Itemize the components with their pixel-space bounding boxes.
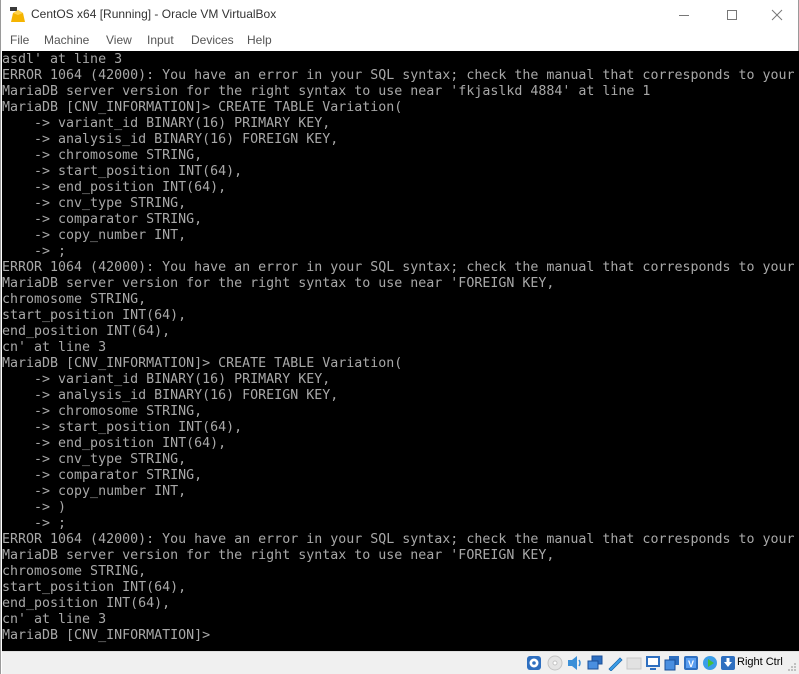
console-line: -> cnv_type STRING, (2, 452, 187, 467)
console-line: asdl' at line 3 (2, 52, 123, 67)
minimize-icon (679, 15, 689, 16)
host-key-label[interactable]: Right Ctrl (737, 656, 783, 668)
console-line: -> start_position INT(64), (2, 420, 243, 435)
console-line: MariaDB server version for the right syn… (2, 84, 651, 99)
menu-machine[interactable]: Machine (44, 33, 89, 47)
console-line: -> end_position INT(64), (2, 436, 227, 451)
console-line: cn' at line 3 (2, 612, 107, 627)
console-line: -> analysis_id BINARY(16) FOREIGN KEY, (2, 132, 339, 147)
console-line: -> variant_id BINARY(16) PRIMARY KEY, (2, 372, 331, 387)
console-line: -> cnv_type STRING, (2, 196, 187, 211)
maximize-icon (727, 10, 737, 20)
minimize-button[interactable] (661, 0, 707, 30)
optical-drive-icon[interactable] (547, 655, 563, 671)
console-line: -> ; (2, 516, 67, 531)
console-line: ERROR 1064 (42000): You have an error in… (2, 532, 795, 547)
shared-folders-icon[interactable] (626, 655, 642, 671)
menu-view[interactable]: View (106, 33, 132, 47)
console-line: -> analysis_id BINARY(16) FOREIGN KEY, (2, 388, 339, 403)
usb-icon[interactable] (607, 655, 623, 671)
console-line: -> comparator STRING, (2, 468, 203, 483)
keyboard-capture-icon[interactable] (720, 655, 736, 671)
menu-help[interactable]: Help (247, 33, 272, 47)
console-line: -> chromosome STRING, (2, 148, 203, 163)
console-line: start_position INT(64), (2, 308, 187, 323)
console-line: chromosome STRING, (2, 292, 147, 307)
console-line: -> variant_id BINARY(16) PRIMARY KEY, (2, 116, 331, 131)
console-line: cn' at line 3 (2, 340, 107, 355)
console-line: MariaDB server version for the right syn… (2, 548, 555, 563)
close-icon (771, 9, 783, 21)
hard-disk-icon[interactable] (526, 655, 542, 671)
console-line: end_position INT(64), (2, 596, 171, 611)
console-line: -> comparator STRING, (2, 212, 203, 227)
console-line: MariaDB [CNV_INFORMATION]> CREATE TABLE … (2, 100, 403, 115)
audio-icon[interactable] (567, 655, 583, 671)
status-bar: V Right Ctrl (2, 651, 799, 674)
console-line: -> start_position INT(64), (2, 164, 243, 179)
svg-text:V: V (688, 659, 694, 669)
network-icon[interactable] (587, 655, 603, 671)
console-line: MariaDB server version for the right syn… (2, 276, 555, 291)
virtualbox-window: CentOS x64 [Running] - Oracle VM Virtual… (0, 0, 799, 674)
console-line: -> end_position INT(64), (2, 180, 227, 195)
display-icon[interactable] (645, 655, 661, 671)
maximize-button[interactable] (709, 0, 755, 30)
console-line: -> copy_number INT, (2, 228, 187, 243)
window-title: CentOS x64 [Running] - Oracle VM Virtual… (31, 7, 277, 21)
console-line: start_position INT(64), (2, 580, 187, 595)
video-capture-icon[interactable] (664, 655, 680, 671)
console-line: chromosome STRING, (2, 564, 147, 579)
console-line: MariaDB [CNV_INFORMATION]> (2, 628, 219, 643)
menu-devices[interactable]: Devices (191, 33, 234, 47)
menu-bar: File Machine View Input Devices Help (1, 30, 798, 51)
console-line: -> ; (2, 244, 67, 259)
console-line: end_position INT(64), (2, 324, 171, 339)
resize-grip-icon[interactable] (787, 662, 797, 672)
console-line: -> chromosome STRING, (2, 404, 203, 419)
console-line: ERROR 1064 (42000): You have an error in… (2, 260, 795, 275)
console-line: ERROR 1064 (42000): You have an error in… (2, 68, 795, 83)
console-line: -> ) (2, 500, 67, 515)
console-line: -> copy_number INT, (2, 484, 187, 499)
title-bar[interactable]: CentOS x64 [Running] - Oracle VM Virtual… (1, 0, 798, 30)
vm-console-screen[interactable]: asdl' at line 3 ERROR 1064 (42000): You h… (2, 51, 799, 651)
virtualbox-vm-icon (10, 7, 25, 22)
cpu-virtualization-icon[interactable]: V (683, 655, 699, 671)
menu-input[interactable]: Input (147, 33, 174, 47)
mouse-integration-icon[interactable] (702, 655, 718, 671)
console-line: MariaDB [CNV_INFORMATION]> CREATE TABLE … (2, 356, 403, 371)
close-button[interactable] (754, 0, 799, 30)
menu-file[interactable]: File (10, 33, 29, 47)
